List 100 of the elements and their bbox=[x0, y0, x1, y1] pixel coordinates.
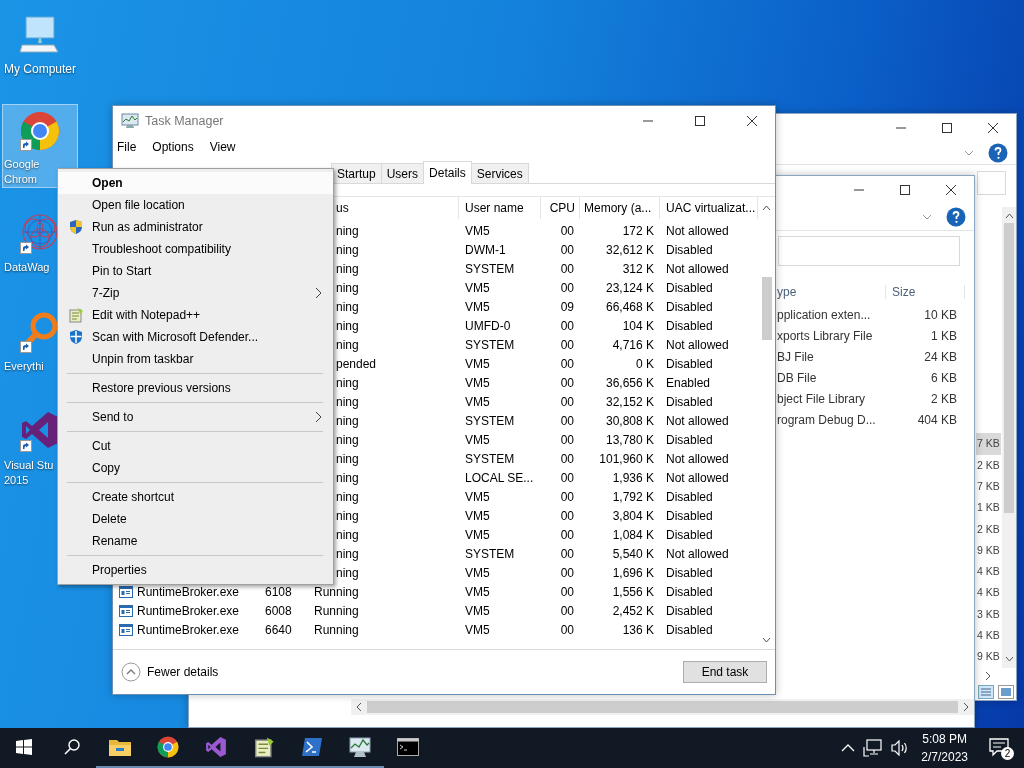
shortcut-label: Google bbox=[4, 157, 40, 172]
fewer-details-link[interactable]: Fewer details bbox=[121, 662, 219, 682]
end-task-button[interactable]: End task bbox=[683, 661, 767, 683]
memory-usage: 1,556 K bbox=[612, 584, 654, 599]
user-name: VM5 bbox=[465, 489, 490, 504]
menu-item[interactable]: View bbox=[209, 138, 236, 156]
memory-usage: 172 K bbox=[622, 223, 654, 238]
notification-button[interactable]: 2 bbox=[976, 728, 1024, 768]
user-name: VM5 bbox=[465, 565, 490, 580]
chevron-down-icon bbox=[922, 214, 932, 220]
cpu-usage: 00 bbox=[560, 261, 574, 276]
scroll-left-icon bbox=[355, 702, 363, 712]
menu-item[interactable]: Delete bbox=[58, 508, 333, 530]
scrollbar-thumb[interactable] bbox=[367, 701, 958, 713]
shortcut-label: Everythi bbox=[4, 359, 44, 374]
process-status: Running bbox=[314, 603, 359, 618]
memory-usage: 1,696 K bbox=[612, 565, 654, 580]
menu-item[interactable]: File bbox=[117, 138, 137, 156]
help-icon[interactable] bbox=[988, 143, 1008, 164]
memory-usage: 101,960 K bbox=[599, 451, 654, 466]
uac-status: Disabled bbox=[666, 318, 713, 333]
user-name: LOCAL SE... bbox=[465, 470, 534, 485]
user-name: VM5 bbox=[465, 622, 490, 637]
user-name: VM5 bbox=[465, 603, 490, 618]
shortcut-label: Chrom bbox=[4, 172, 37, 187]
volume-icon[interactable] bbox=[891, 740, 910, 756]
memory-usage: 312 K bbox=[622, 261, 654, 276]
help-icon[interactable] bbox=[946, 207, 966, 227]
address-field[interactable] bbox=[977, 171, 1006, 196]
process-status: ning bbox=[336, 375, 359, 390]
scrollbar-thumb[interactable] bbox=[761, 277, 772, 340]
shield-icon bbox=[68, 329, 84, 345]
infinity-logo-icon bbox=[205, 736, 227, 758]
memory-usage: 1,792 K bbox=[612, 489, 654, 504]
file-size: 1 KB bbox=[976, 500, 1001, 516]
process-icon bbox=[119, 604, 133, 617]
menu-item[interactable]: Open bbox=[58, 172, 333, 194]
file-size: 10 KB bbox=[923, 307, 958, 322]
horizontal-scrollbar[interactable] bbox=[351, 699, 974, 715]
column-header[interactable]: User name bbox=[459, 197, 541, 219]
column-header[interactable]: Size bbox=[886, 285, 965, 299]
scroll-down-icon bbox=[1004, 655, 1014, 662]
cpu-usage: 00 bbox=[560, 356, 574, 371]
uac-status: Disabled bbox=[666, 527, 713, 542]
tab[interactable]: Startup bbox=[331, 163, 382, 183]
file-size: 2 KB bbox=[976, 457, 1001, 473]
column-header[interactable]: Memory (a... bbox=[580, 197, 660, 219]
clock[interactable]: 5:08 PM 2/7/2023 bbox=[913, 730, 976, 766]
large-icons-view-icon[interactable] bbox=[998, 684, 1014, 699]
process-id: 6640 bbox=[265, 622, 292, 637]
cpu-usage: 00 bbox=[560, 337, 574, 352]
file-size: 2 KB bbox=[930, 391, 958, 406]
column-header[interactable]: ype bbox=[777, 285, 886, 299]
user-name: VM5 bbox=[465, 375, 490, 390]
file-size: 7 KB bbox=[976, 433, 1001, 455]
vertical-scrollbar[interactable] bbox=[1002, 207, 1016, 668]
window-title: Task Manager bbox=[145, 114, 224, 128]
process-icon bbox=[119, 623, 133, 636]
chevron-up-icon[interactable] bbox=[841, 743, 856, 753]
cpu-usage: 00 bbox=[560, 394, 574, 409]
cpu-usage: 00 bbox=[560, 527, 574, 542]
file-type: xports Library File bbox=[777, 328, 874, 343]
uac-status: Disabled bbox=[666, 242, 713, 257]
process-status: ning bbox=[336, 394, 359, 409]
monitor-graph-icon bbox=[121, 113, 139, 129]
cpu-usage: 09 bbox=[560, 299, 574, 314]
uac-status: Disabled bbox=[666, 280, 713, 295]
uac-status: Not allowed bbox=[666, 470, 729, 485]
shortcut-label: DataWag bbox=[4, 260, 50, 275]
notepad-icon bbox=[68, 307, 84, 323]
notification-count: 2 bbox=[1001, 747, 1014, 760]
user-name: DWM-1 bbox=[465, 242, 506, 257]
tab[interactable]: Users bbox=[380, 163, 425, 183]
file-size: 9 KB bbox=[976, 542, 1001, 558]
uac-status: Disabled bbox=[666, 356, 713, 371]
mesh-icon bbox=[20, 212, 60, 252]
scroll-right-icon[interactable] bbox=[984, 671, 992, 682]
cpu-usage: 00 bbox=[560, 546, 574, 561]
uac-status: Not allowed bbox=[666, 337, 729, 352]
process-status: ning bbox=[336, 223, 359, 238]
user-name: SYSTEM bbox=[465, 413, 515, 428]
network-icon[interactable] bbox=[863, 739, 884, 757]
cpu-usage: 00 bbox=[560, 318, 574, 333]
tab[interactable]: Details bbox=[423, 161, 472, 184]
memory-usage: 0 K bbox=[636, 356, 654, 371]
search-field[interactable] bbox=[778, 236, 960, 266]
memory-usage: 3,804 K bbox=[612, 508, 654, 523]
menu-item[interactable]: Rename bbox=[58, 530, 333, 552]
process-status: ning bbox=[336, 451, 359, 466]
process-status: Running bbox=[314, 622, 359, 637]
uac-status: Disabled bbox=[666, 489, 713, 504]
menu-item[interactable]: Options bbox=[152, 138, 194, 156]
tab[interactable]: Services bbox=[470, 163, 529, 183]
column-header[interactable]: CPU bbox=[541, 197, 580, 219]
file-size: 6 KB bbox=[930, 370, 958, 385]
process-status: ning bbox=[336, 565, 359, 580]
scrollbar-thumb[interactable] bbox=[1004, 223, 1014, 514]
menu-item[interactable]: Properties bbox=[58, 559, 333, 581]
console-icon bbox=[397, 738, 419, 756]
memory-usage: 32,152 K bbox=[605, 394, 654, 409]
